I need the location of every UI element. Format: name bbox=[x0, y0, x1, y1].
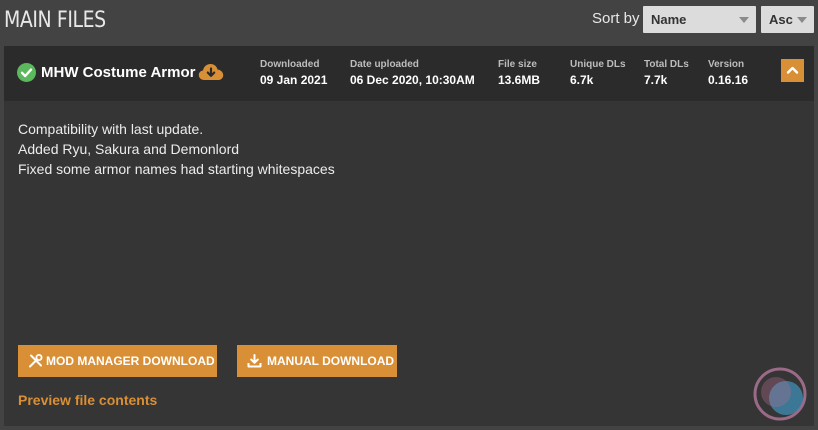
file-panel: MHW Costume Armor Downloaded 09 Jan 2021… bbox=[4, 46, 814, 426]
stat-label: Total DLs bbox=[644, 59, 689, 70]
sort-order-select[interactable]: Asc bbox=[761, 6, 814, 33]
stat-value: 6.7k bbox=[570, 73, 594, 87]
download-tray-icon bbox=[247, 354, 262, 368]
chevron-down-icon bbox=[739, 17, 749, 23]
sort-field-select[interactable]: Name bbox=[643, 6, 756, 33]
manual-download-button[interactable]: MANUAL DOWNLOAD bbox=[237, 345, 397, 377]
description-line: Compatibility with last update. bbox=[18, 121, 204, 137]
stat-label: Downloaded bbox=[260, 59, 320, 70]
stat-value: 13.6MB bbox=[498, 73, 541, 87]
chevron-down-icon bbox=[797, 17, 807, 23]
sort-field-value: Name bbox=[651, 12, 687, 27]
manual-download-label: MANUAL DOWNLOAD bbox=[267, 354, 395, 368]
stat-total-dls: Total DLs 7.7k bbox=[644, 59, 689, 88]
check-circle-icon bbox=[17, 63, 36, 82]
stat-label: Date uploaded bbox=[350, 59, 419, 70]
chevron-up-icon bbox=[786, 66, 799, 74]
files-header: MAIN FILES Sort by Name Asc bbox=[0, 0, 818, 46]
file-name: MHW Costume Armor bbox=[41, 64, 196, 81]
stat-value: 7.7k bbox=[644, 73, 668, 87]
stat-downloaded: Downloaded 09 Jan 2021 bbox=[260, 59, 327, 88]
mod-manager-download-label: MOD MANAGER DOWNLOAD bbox=[46, 354, 215, 368]
sort-label: Sort by bbox=[592, 10, 640, 27]
stat-value: 09 Jan 2021 bbox=[260, 73, 328, 87]
cloud-download-icon bbox=[198, 63, 224, 86]
collapse-button[interactable] bbox=[781, 59, 804, 82]
description-line: Added Ryu, Sakura and Demonlord bbox=[18, 141, 240, 157]
tools-icon bbox=[29, 354, 43, 368]
stat-date-uploaded: Date uploaded 06 Dec 2020, 10:30AM bbox=[350, 59, 475, 88]
mod-manager-download-button[interactable]: MOD MANAGER DOWNLOAD bbox=[18, 345, 217, 377]
stat-version: Version 0.16.16 bbox=[708, 59, 748, 88]
floating-assistant-icon[interactable] bbox=[750, 364, 812, 426]
file-header-bar[interactable]: MHW Costume Armor Downloaded 09 Jan 2021… bbox=[4, 46, 814, 101]
stat-value: 06 Dec 2020, 10:30AM bbox=[350, 73, 475, 87]
description-line: Fixed some armor names had starting whit… bbox=[18, 161, 335, 177]
stat-label: File size bbox=[498, 59, 537, 70]
section-title: MAIN FILES bbox=[4, 8, 106, 33]
stat-unique-dls: Unique DLs 6.7k bbox=[570, 59, 626, 88]
stat-value: 0.16.16 bbox=[708, 73, 749, 87]
file-description: Compatibility with last update. Added Ry… bbox=[18, 119, 335, 179]
preview-file-contents-link[interactable]: Preview file contents bbox=[18, 392, 157, 408]
sort-order-value: Asc bbox=[769, 12, 793, 27]
stat-label: Unique DLs bbox=[570, 59, 626, 70]
stat-label: Version bbox=[708, 59, 745, 70]
stat-file-size: File size 13.6MB bbox=[498, 59, 540, 88]
